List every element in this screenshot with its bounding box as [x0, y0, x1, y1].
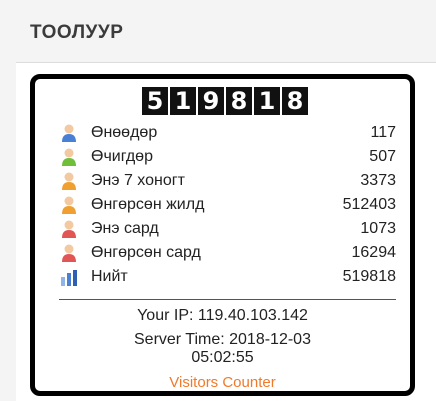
stat-label: Энэ сард — [91, 220, 159, 237]
user-orange-icon — [62, 196, 76, 214]
stat-row-last-month: Өнгөрсөн сард 16294 — [59, 241, 396, 265]
stat-label: Нийт — [91, 268, 128, 285]
widget-divider — [59, 299, 396, 300]
stat-value: 3373 — [360, 172, 396, 189]
user-green-icon — [62, 148, 76, 166]
module-header: ТООЛУУР — [0, 0, 436, 62]
stat-label: Өнгөрсөн жилд — [91, 196, 205, 213]
stat-label: Өчигдөр — [91, 148, 153, 165]
stat-label: Өнгөрсөн сард — [91, 244, 201, 261]
stat-row-this-month: Энэ сард 1073 — [59, 217, 396, 241]
user-blue-icon — [62, 124, 76, 142]
stat-value: 512403 — [342, 196, 396, 213]
module-title: ТООЛУУР — [30, 22, 124, 43]
user-orange-icon — [62, 172, 76, 190]
stat-row-total: Нийт 519818 — [59, 265, 396, 289]
user-red-icon — [62, 220, 76, 238]
stat-label: Өнөөдөр — [91, 124, 158, 141]
ip-address-text: Your IP: 119.40.103.142 — [137, 307, 308, 324]
bar-chart-icon — [61, 270, 77, 286]
stat-value: 16294 — [351, 244, 397, 261]
stat-value: 117 — [370, 124, 396, 141]
counter-digit: 1 — [254, 87, 280, 115]
stat-value: 507 — [369, 148, 396, 165]
stat-row-today: Өнөөдөр 117 — [59, 121, 396, 145]
visitors-counter-link[interactable]: Visitors Counter — [35, 374, 410, 391]
stat-value: 1073 — [360, 220, 396, 237]
visitor-counter-widget: 5 1 9 8 1 8 Өнөөдөр 117 Өчигдөр 507 Энэ … — [30, 74, 415, 396]
counter-digits: 5 1 9 8 1 8 — [142, 87, 308, 115]
stat-label: Энэ 7 хоногт — [91, 172, 185, 189]
counter-digit: 8 — [226, 87, 252, 115]
server-time-text: Server Time: 2018-12-03 — [134, 331, 311, 348]
stat-row-last-year: Өнгөрсөн жилд 512403 — [59, 193, 396, 217]
user-red-icon — [62, 244, 76, 262]
counter-digit: 9 — [198, 87, 224, 115]
counter-digit: 5 — [142, 87, 168, 115]
stat-row-yesterday: Өчигдөр 507 — [59, 145, 396, 169]
stat-value: 519818 — [342, 268, 396, 285]
counter-digit: 8 — [282, 87, 308, 115]
server-time-clock: 05:02:55 — [191, 349, 254, 366]
counter-digit: 1 — [170, 87, 196, 115]
stat-row-this-week: Энэ 7 хоногт 3373 — [59, 169, 396, 193]
